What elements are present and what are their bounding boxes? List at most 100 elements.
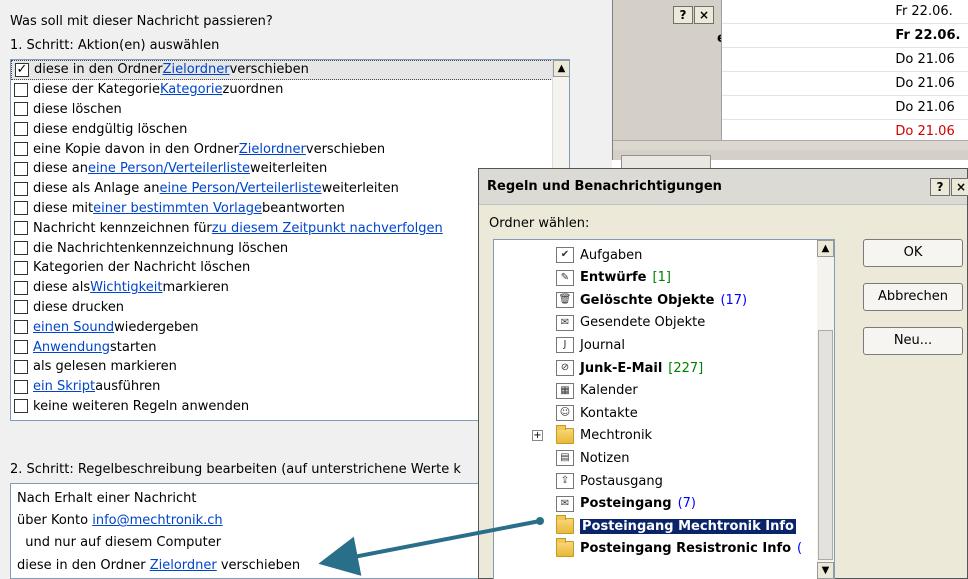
action-checkbox[interactable] (14, 122, 28, 137)
mail-row[interactable]: Fr 22.06. (722, 24, 968, 48)
folder-item[interactable]: ▤ Notizen (556, 447, 629, 469)
expand-icon[interactable]: + (532, 430, 543, 442)
action-checkbox[interactable] (14, 181, 28, 196)
action-text-suffix: verschieben (229, 62, 309, 78)
description-text: diese in den Ordner (17, 557, 150, 573)
action-checkbox[interactable] (14, 280, 28, 295)
mail-row[interactable]: Do 21.06 (722, 48, 968, 72)
action-text: als gelesen markieren (33, 359, 177, 375)
ok-button[interactable]: OK (863, 239, 963, 267)
outbox-icon: ⇪ (556, 473, 574, 489)
action-checkbox[interactable] (14, 82, 28, 97)
folder-item[interactable]: ⇪ Postausgang (556, 470, 663, 492)
folder-item[interactable]: ▦ Kalender (556, 380, 638, 402)
dialog-help-button[interactable]: ? (930, 178, 950, 196)
mail-date: Fr 22.06. (895, 28, 961, 43)
action-text: diese als Anlage an (33, 181, 160, 197)
dialog-close-button[interactable]: × (951, 178, 968, 196)
action-text: diese der Kategorie (33, 82, 161, 98)
action-checkbox[interactable] (14, 260, 28, 275)
action-item[interactable]: eine Kopie davon in den Ordner Zielordne… (11, 139, 569, 159)
mail-date: Fr 22.06. (895, 4, 953, 19)
action-item[interactable]: diese endgültig löschen (11, 119, 569, 139)
action-link[interactable]: Zielordner (239, 142, 306, 157)
action-item[interactable]: ✓ diese in den Ordner Zielordner verschie… (11, 60, 569, 80)
tree-scroll-up-icon[interactable]: ▲ (817, 240, 834, 257)
action-link[interactable]: Wichtigkeit (90, 280, 162, 295)
action-link[interactable]: zu diesem Zeitpunkt nachverfolgen (212, 221, 443, 236)
action-checkbox[interactable] (14, 142, 28, 157)
dialog-title: Regeln und Benachrichtigungen (487, 179, 722, 194)
notes-icon: ▤ (556, 450, 574, 467)
folder-tree-scrollbar[interactable]: ▲ ▼ (817, 240, 834, 579)
action-link[interactable]: einer bestimmten Vorlage (93, 201, 262, 216)
bg-help-button[interactable]: ? (673, 6, 693, 24)
action-checkbox[interactable] (14, 320, 28, 335)
action-checkbox[interactable] (14, 221, 28, 236)
action-checkbox[interactable] (14, 399, 28, 414)
action-link[interactable]: eine Person/Verteilerliste (160, 181, 322, 196)
action-checkbox[interactable] (14, 241, 28, 256)
rule-description-box: Nach Erhalt einer Nachricht über Konto in… (10, 483, 508, 579)
folder-item[interactable]: ⊘ Junk-E-Mail [227] (556, 357, 703, 379)
action-checkbox[interactable]: ✓ (15, 62, 29, 77)
tree-scroll-down-icon[interactable]: ▼ (817, 562, 834, 579)
folder-name: Notizen (580, 450, 630, 466)
description-link[interactable]: Zielordner (150, 558, 217, 573)
action-checkbox[interactable] (14, 359, 28, 374)
mail-row[interactable]: Do 21.06 (722, 96, 968, 120)
folder-item[interactable]: Posteingang Mechtronik Info (556, 515, 796, 537)
bg-window-controls: ? × (673, 6, 714, 24)
action-text-suffix: weiterleiten (321, 181, 399, 197)
action-text: diese als (33, 280, 91, 296)
mail-list: Fr 22.06. Fr 22.06. Do 21.06 Do 21.06 Do 21.… (721, 0, 968, 144)
folder-name: Kontakte (580, 405, 638, 421)
tasks-icon: ✔ (556, 247, 574, 263)
folder-name: Journal (580, 337, 625, 353)
folder-item[interactable]: ✔ Aufgaben (556, 244, 642, 266)
description-text-suffix: verschieben (216, 557, 301, 573)
unread-count: (7) (677, 496, 696, 512)
action-checkbox[interactable] (14, 102, 28, 117)
folder-item[interactable]: ✎ Entwürfe [1] (556, 267, 671, 289)
action-link[interactable]: Zielordner (163, 62, 230, 77)
description-line: diese in den Ordner Zielordner verschieb… (17, 555, 501, 577)
mail-row[interactable]: Fr 22.06. (722, 0, 968, 24)
deleted-items-icon: 🗑 (556, 292, 574, 309)
description-link[interactable]: info@mechtronik.ch (92, 513, 222, 528)
new-button[interactable]: Neu... (863, 327, 963, 355)
action-link[interactable]: Kategorie (160, 82, 223, 97)
tree-scroll-thumb[interactable] (818, 330, 833, 560)
action-checkbox[interactable] (14, 300, 28, 315)
folder-item[interactable]: ✉ Posteingang (7) (556, 493, 696, 515)
action-link[interactable]: eine Person/Verteilerliste (88, 161, 250, 176)
action-link[interactable]: Anwendung (33, 340, 110, 355)
action-checkbox[interactable] (14, 161, 28, 176)
cancel-button[interactable]: Abbrechen (863, 283, 963, 311)
mail-row[interactable]: Do 21.06 (722, 72, 968, 96)
description-line: über Konto info@mechtronik.ch (17, 510, 501, 532)
rules-dialog: Regeln und Benachrichtigungen ? × Ordner… (478, 168, 968, 579)
mail-date: Do 21.06 (895, 76, 955, 91)
bg-close-button[interactable]: × (694, 6, 714, 24)
action-checkbox[interactable] (14, 201, 28, 216)
action-checkbox[interactable] (14, 379, 28, 394)
journal-icon: J (556, 337, 574, 354)
description-line: und nur auf diesem Computer (17, 532, 501, 554)
action-item[interactable]: diese der Kategorie Kategorie zuordnen (11, 80, 569, 100)
action-item[interactable]: diese löschen (11, 100, 569, 120)
folder-item[interactable]: 🗑 Gelöschte Objekte (17) (556, 289, 747, 311)
mail-list-scrollbar[interactable] (613, 140, 968, 150)
folder-item[interactable]: ✉ Gesendete Objekte (556, 312, 705, 334)
action-link[interactable]: einen Sound (33, 320, 114, 335)
folder-item[interactable]: Posteingang Resistronic Info ( (556, 537, 802, 560)
folder-item[interactable]: J Journal (556, 334, 625, 356)
scroll-up-icon[interactable]: ▲ (553, 60, 569, 77)
action-link[interactable]: ein Skript (33, 379, 95, 394)
folder-item[interactable]: + Mechtronik (532, 424, 652, 447)
action-text: die Nachrichtenkennzeichnung löschen (33, 240, 289, 256)
folder-item[interactable]: ☺ Kontakte (556, 402, 638, 424)
action-checkbox[interactable] (14, 340, 28, 355)
action-text: Kategorien der Nachricht löschen (33, 260, 251, 276)
action-text-suffix: ausführen (95, 379, 161, 395)
